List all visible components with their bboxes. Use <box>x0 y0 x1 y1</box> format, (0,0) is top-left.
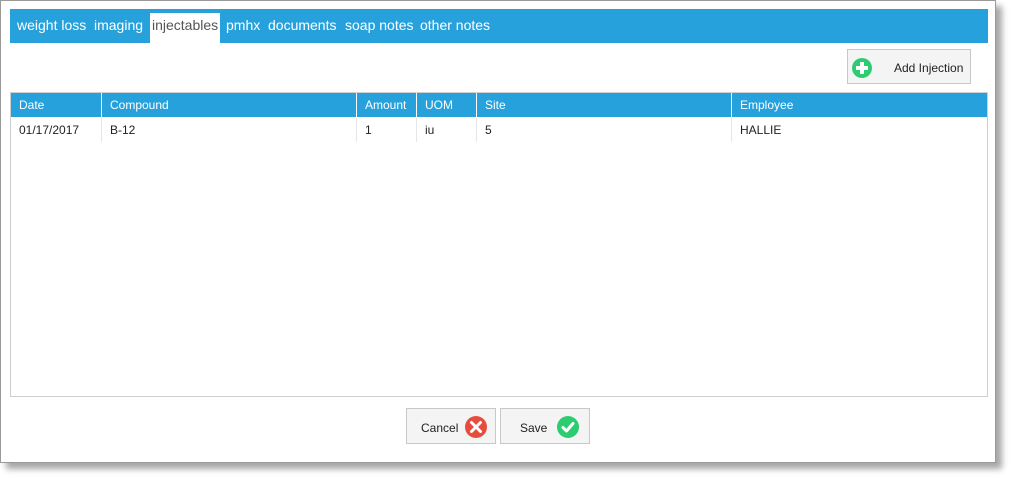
cell-compound: B-12 <box>102 118 357 142</box>
column-header-compound[interactable]: Compound <box>102 93 357 117</box>
cell-site: 5 <box>477 118 732 142</box>
tab-injectables[interactable]: injectables <box>150 13 221 43</box>
tab-weight-loss[interactable]: weight loss <box>17 16 86 40</box>
plus-circle-icon <box>852 58 872 78</box>
injections-table: Date Compound Amount UOM Site Employee 0… <box>10 92 988 397</box>
cell-employee: HALLIE <box>740 123 782 137</box>
x-circle-icon <box>465 416 487 438</box>
injections-window: weight loss imaging injectables pmhx doc… <box>0 0 996 463</box>
add-injection-button[interactable]: Add Injection <box>847 49 971 84</box>
tab-documents[interactable]: documents <box>268 16 336 40</box>
cell-amount: 1 <box>357 118 417 142</box>
column-header-date[interactable]: Date <box>11 93 102 117</box>
tab-soap-notes[interactable]: soap notes <box>345 16 414 40</box>
tab-bar: weight loss imaging injectables pmhx doc… <box>10 9 988 43</box>
save-button[interactable]: Save <box>500 408 590 444</box>
check-circle-icon <box>557 416 579 438</box>
column-header-site[interactable]: Site <box>477 93 732 117</box>
cell-date: 01/17/2017 <box>11 118 102 142</box>
save-label: Save <box>520 421 548 435</box>
add-injection-label: Add Injection <box>894 61 964 75</box>
cell-uom: iu <box>417 118 477 142</box>
cancel-label: Cancel <box>421 421 459 435</box>
column-header-uom[interactable]: UOM <box>417 93 477 117</box>
tab-other-notes[interactable]: other notes <box>420 16 490 40</box>
table-header: Date Compound Amount UOM Site Employee <box>11 93 987 117</box>
cancel-button[interactable]: Cancel <box>406 408 496 444</box>
table-row[interactable]: 01/17/2017 B-12 1 iu 5 HALLIE <box>11 118 987 142</box>
tab-imaging[interactable]: imaging <box>94 16 143 40</box>
column-header-employee[interactable]: Employee <box>732 93 987 117</box>
tab-pmhx[interactable]: pmhx <box>226 16 260 40</box>
column-header-amount[interactable]: Amount <box>357 93 417 117</box>
